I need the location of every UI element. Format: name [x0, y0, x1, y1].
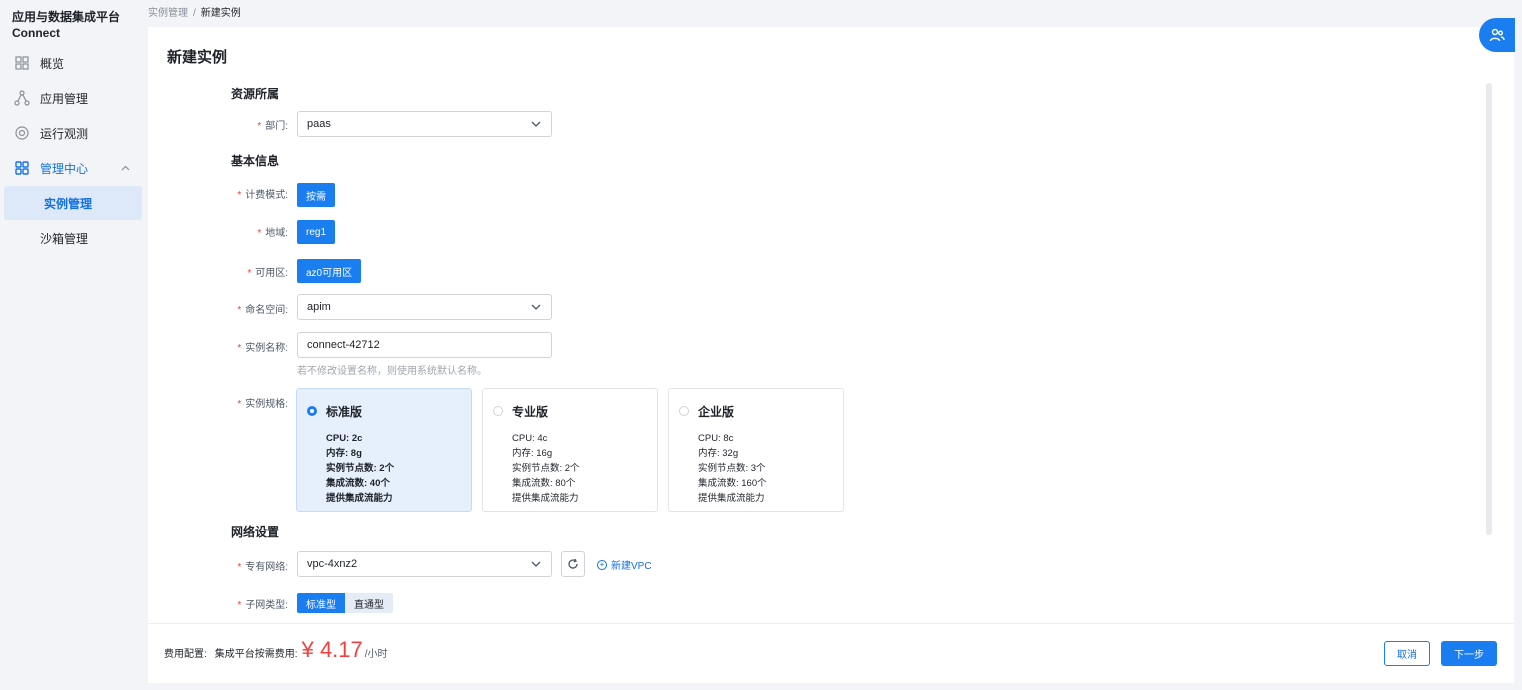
sidebar-item-label: 概览 — [40, 56, 65, 71]
sidebar-item-app-management[interactable]: 应用管理 — [0, 81, 148, 115]
namespace-value: apim — [307, 301, 331, 313]
monitor-icon — [14, 125, 30, 141]
spec-card-professional[interactable]: 专业版 CPU: 4c 内存: 16g 实例节点数: 2个 集成流数: 80个 … — [482, 388, 658, 512]
sidebar-item-label: 沙箱管理 — [40, 231, 89, 246]
billing-label: * 计费模式: — [237, 190, 288, 201]
spec-name: 专业版 — [512, 405, 549, 419]
spec-details: CPU: 2c 内存: 8g 实例节点数: 2个 集成流数: 40个 提供集成流… — [326, 433, 395, 504]
subnet-type-option-direct[interactable]: 直通型 — [345, 593, 393, 613]
vpc-value: vpc-4xnz2 — [307, 558, 358, 570]
region-label: * 地域: — [257, 228, 288, 239]
radio-unselected[interactable] — [493, 406, 503, 416]
sidebar-item-label: 管理中心 — [40, 161, 89, 176]
breadcrumb-separator: / — [193, 8, 196, 19]
brand-title: 应用与数据集成平台 — [12, 10, 121, 24]
department-value: paas — [307, 118, 331, 130]
spec-card-enterprise[interactable]: 企业版 CPU: 8c 内存: 32g 实例节点数: 3个 集成流数: 160个… — [668, 388, 844, 512]
region-option[interactable]: reg1 — [297, 220, 336, 244]
instance-name-value: connect-42712 — [307, 339, 380, 351]
footer-bar: 费用配置: 集成平台按需费用: ¥ 4.17 /小时 取消 下一步 — [148, 623, 1514, 683]
subnet-type-label: * 子网类型: — [237, 600, 288, 611]
billing-option[interactable]: 按需 — [297, 183, 335, 207]
user-support-button[interactable] — [1479, 18, 1515, 52]
section-title-resource: 资源所属 — [231, 87, 280, 101]
spec-label: * 实例规格: — [237, 399, 288, 410]
new-vpc-link[interactable]: + 新建VPC — [597, 557, 652, 572]
section-title-network: 网络设置 — [231, 525, 280, 539]
sidebar: 应用与数据集成平台 Connect 概览 应用管理 运行观测 管理中心 实例管理… — [0, 0, 148, 690]
fee-desc: 集成平台按需费用: — [214, 649, 298, 660]
sidebar-item-sandbox-management[interactable]: 沙箱管理 — [0, 221, 148, 255]
fee-label: 费用配置: — [164, 649, 207, 660]
instance-name-hint: 若不修改设置名称，则使用系统默认名称。 — [297, 366, 487, 377]
sidebar-item-label: 应用管理 — [40, 91, 89, 106]
namespace-select[interactable]: apim — [297, 294, 552, 320]
breadcrumb-current: 新建实例 — [200, 8, 241, 19]
department-label: * 部门: — [257, 121, 288, 132]
vpc-select[interactable]: vpc-4xnz2 — [297, 551, 552, 577]
apps-icon — [14, 160, 30, 176]
fee-unit: /小时 — [364, 649, 388, 660]
sidebar-item-label: 实例管理 — [44, 196, 93, 211]
zone-label: * 可用区: — [247, 268, 288, 279]
chevron-down-icon — [531, 304, 541, 310]
breadcrumb-parent[interactable]: 实例管理 — [148, 8, 188, 19]
fee-price: ¥ 4.17 — [301, 637, 363, 662]
grid-icon — [14, 55, 30, 71]
page-title: 新建实例 — [167, 49, 228, 66]
spec-card-standard[interactable]: 标准版 CPU: 2c 内存: 8g 实例节点数: 2个 集成流数: 40个 提… — [296, 388, 472, 512]
nodes-icon — [14, 90, 30, 106]
spec-details: CPU: 4c 内存: 16g 实例节点数: 2个 集成流数: 80个 提供集成… — [512, 433, 580, 504]
scrollbar[interactable] — [1486, 83, 1492, 535]
brand: 应用与数据集成平台 Connect — [12, 9, 120, 41]
breadcrumb: 实例管理 / 新建实例 — [148, 4, 241, 19]
chevron-down-icon — [531, 561, 541, 567]
plus-circle-icon: + — [597, 559, 607, 570]
next-button[interactable]: 下一步 — [1441, 641, 1497, 666]
chevron-down-icon — [531, 121, 541, 127]
instance-name-label: * 实例名称: — [237, 343, 288, 354]
radio-unselected[interactable] — [679, 406, 689, 416]
section-title-basic: 基本信息 — [231, 154, 280, 168]
vpc-label: * 专有网络: — [237, 562, 288, 573]
subnet-type-option-standard[interactable]: 标准型 — [297, 593, 345, 613]
sidebar-item-management-center[interactable]: 管理中心 — [0, 151, 148, 185]
spec-name: 企业版 — [698, 405, 735, 419]
subnet-type-toggle: 标准型 直通型 — [297, 593, 393, 613]
refresh-button[interactable] — [561, 551, 585, 577]
fee-summary: 费用配置: 集成平台按需费用: ¥ 4.17 /小时 — [164, 637, 388, 663]
namespace-label: * 命名空间: — [237, 305, 288, 316]
users-icon — [1489, 28, 1505, 42]
spec-details: CPU: 8c 内存: 32g 实例节点数: 3个 集成流数: 160个 提供集… — [698, 433, 767, 504]
zone-option[interactable]: az0可用区 — [297, 259, 362, 283]
radio-selected[interactable] — [307, 406, 317, 416]
sidebar-item-label: 运行观测 — [40, 126, 89, 141]
department-select[interactable]: paas — [297, 111, 552, 137]
chevron-up-icon — [121, 163, 130, 174]
main-card: 新建实例 资源所属 * 部门: paas 基本信息 * 计费模式: 按需 * 地域: … — [148, 27, 1514, 623]
sidebar-item-monitoring[interactable]: 运行观测 — [0, 116, 148, 150]
spec-name: 标准版 — [326, 405, 363, 419]
sidebar-item-overview[interactable]: 概览 — [0, 46, 148, 80]
brand-subtitle: Connect — [12, 26, 60, 40]
cancel-button[interactable]: 取消 — [1384, 641, 1430, 666]
refresh-icon — [568, 558, 578, 569]
new-vpc-label: 新建VPC — [611, 561, 652, 572]
sidebar-item-instance-management[interactable]: 实例管理 — [4, 186, 142, 220]
instance-name-input[interactable]: connect-42712 — [297, 332, 552, 358]
